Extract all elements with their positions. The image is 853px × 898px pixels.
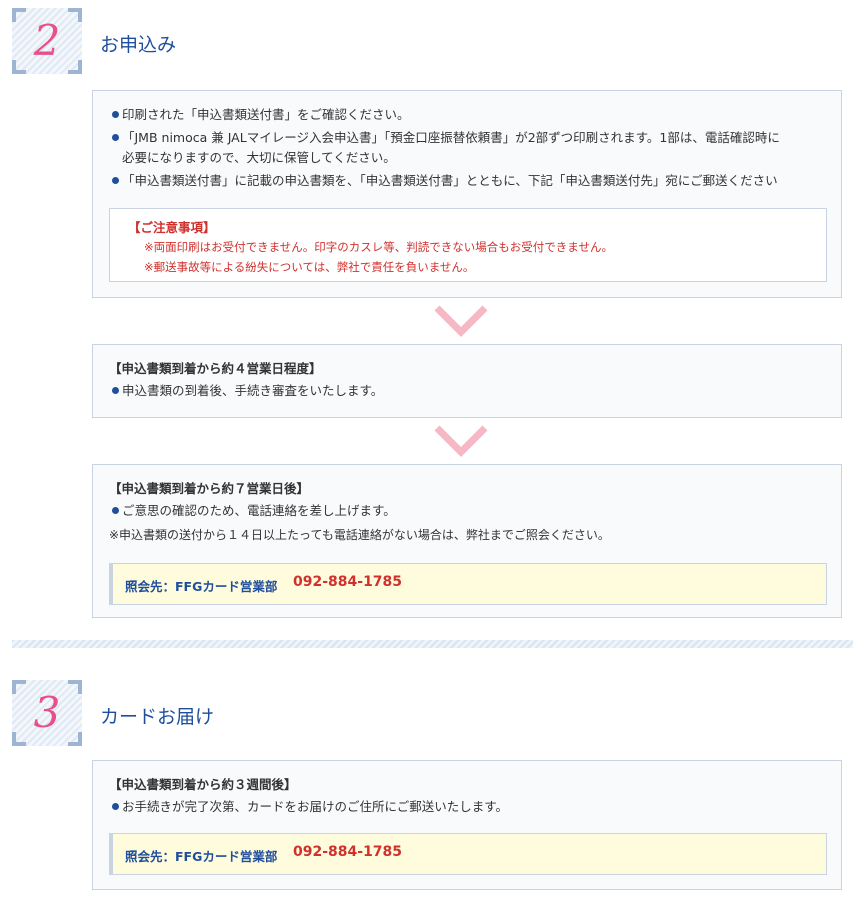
note-text: ※申込書類の送付から１４日以上たっても電話連絡がない場合は、弊社までご照会くださ… (109, 528, 610, 542)
step-title: お申込み (100, 34, 177, 56)
contact-box: 照会先：FFGカード営業部 092-884-1785 (109, 563, 827, 605)
step-number-badge: 3 (12, 680, 82, 746)
bullet-item: 申込書類の到着後、手続き審査をいたします。 (109, 381, 825, 401)
step-2-header: 2 お申込み (12, 8, 842, 74)
caution-item: ※郵送事故等による紛失については、弊社で責任を負いません。 (144, 260, 475, 274)
caution-title: 【ご注意事項】 (128, 220, 216, 235)
card-delivery-box: 【申込書類到着から約３週間後】 お手続きが完了次第、カードをお届けのご住所にご郵… (92, 760, 842, 890)
box-heading: 【申込書類到着から約７営業日後】 (109, 481, 310, 496)
contact-box: 照会先：FFGカード営業部 092-884-1785 (109, 833, 827, 875)
bullet-item: 「JMB nimoca 兼 JALマイレージ入会申込書」「預金口座振替依頼書」が… (109, 128, 825, 148)
section-divider (12, 640, 853, 648)
chevron-down-icon (434, 305, 488, 337)
step-3-header: 3 カードお届け (12, 680, 842, 746)
box-heading: 【申込書類到着から約４営業日程度】 (109, 361, 322, 376)
step-number-badge: 2 (12, 8, 82, 74)
caution-box: 【ご注意事項】 ※両面印刷はお受付できません。印字のカスレ等、判読できない場合も… (109, 208, 827, 282)
chevron-down-icon (434, 425, 488, 457)
contact-phone[interactable]: 092-884-1785 (293, 844, 402, 860)
review-step-box: 【申込書類到着から約４営業日程度】 申込書類の到着後、手続き審査をいたします。 (92, 344, 842, 418)
bullet-item: 印刷された「申込書類送付書」をご確認ください。 (109, 105, 825, 125)
caution-item: ※両面印刷はお受付できません。印字のカスレ等、判読できない場合もお受付できません… (144, 240, 613, 254)
contact-label: 照会先：FFGカード営業部 (125, 579, 278, 594)
application-instructions-box: 印刷された「申込書類送付書」をご確認ください。 「JMB nimoca 兼 JA… (92, 90, 842, 298)
bullet-item: お手続きが完了次第、カードをお届けのご住所にご郵送いたします。 (109, 797, 825, 817)
step-title: カードお届け (100, 706, 215, 728)
step-number: 3 (33, 688, 61, 737)
phone-confirmation-box: 【申込書類到着から約７営業日後】 ご意思の確認のため、電話連絡を差し上げます。 … (92, 464, 842, 618)
bullet-item: 「申込書類送付書」に記載の申込書類を、「申込書類送付書」とともに、下記「申込書類… (109, 171, 825, 191)
contact-label: 照会先：FFGカード営業部 (125, 849, 278, 864)
box-heading: 【申込書類到着から約３週間後】 (109, 777, 297, 792)
step-number: 2 (33, 16, 61, 65)
bullet-item: ご意思の確認のため、電話連絡を差し上げます。 (109, 501, 825, 521)
contact-phone[interactable]: 092-884-1785 (293, 574, 402, 590)
bullet-item-continuation: 必要になりますので、大切に保管してください。 (122, 150, 396, 165)
